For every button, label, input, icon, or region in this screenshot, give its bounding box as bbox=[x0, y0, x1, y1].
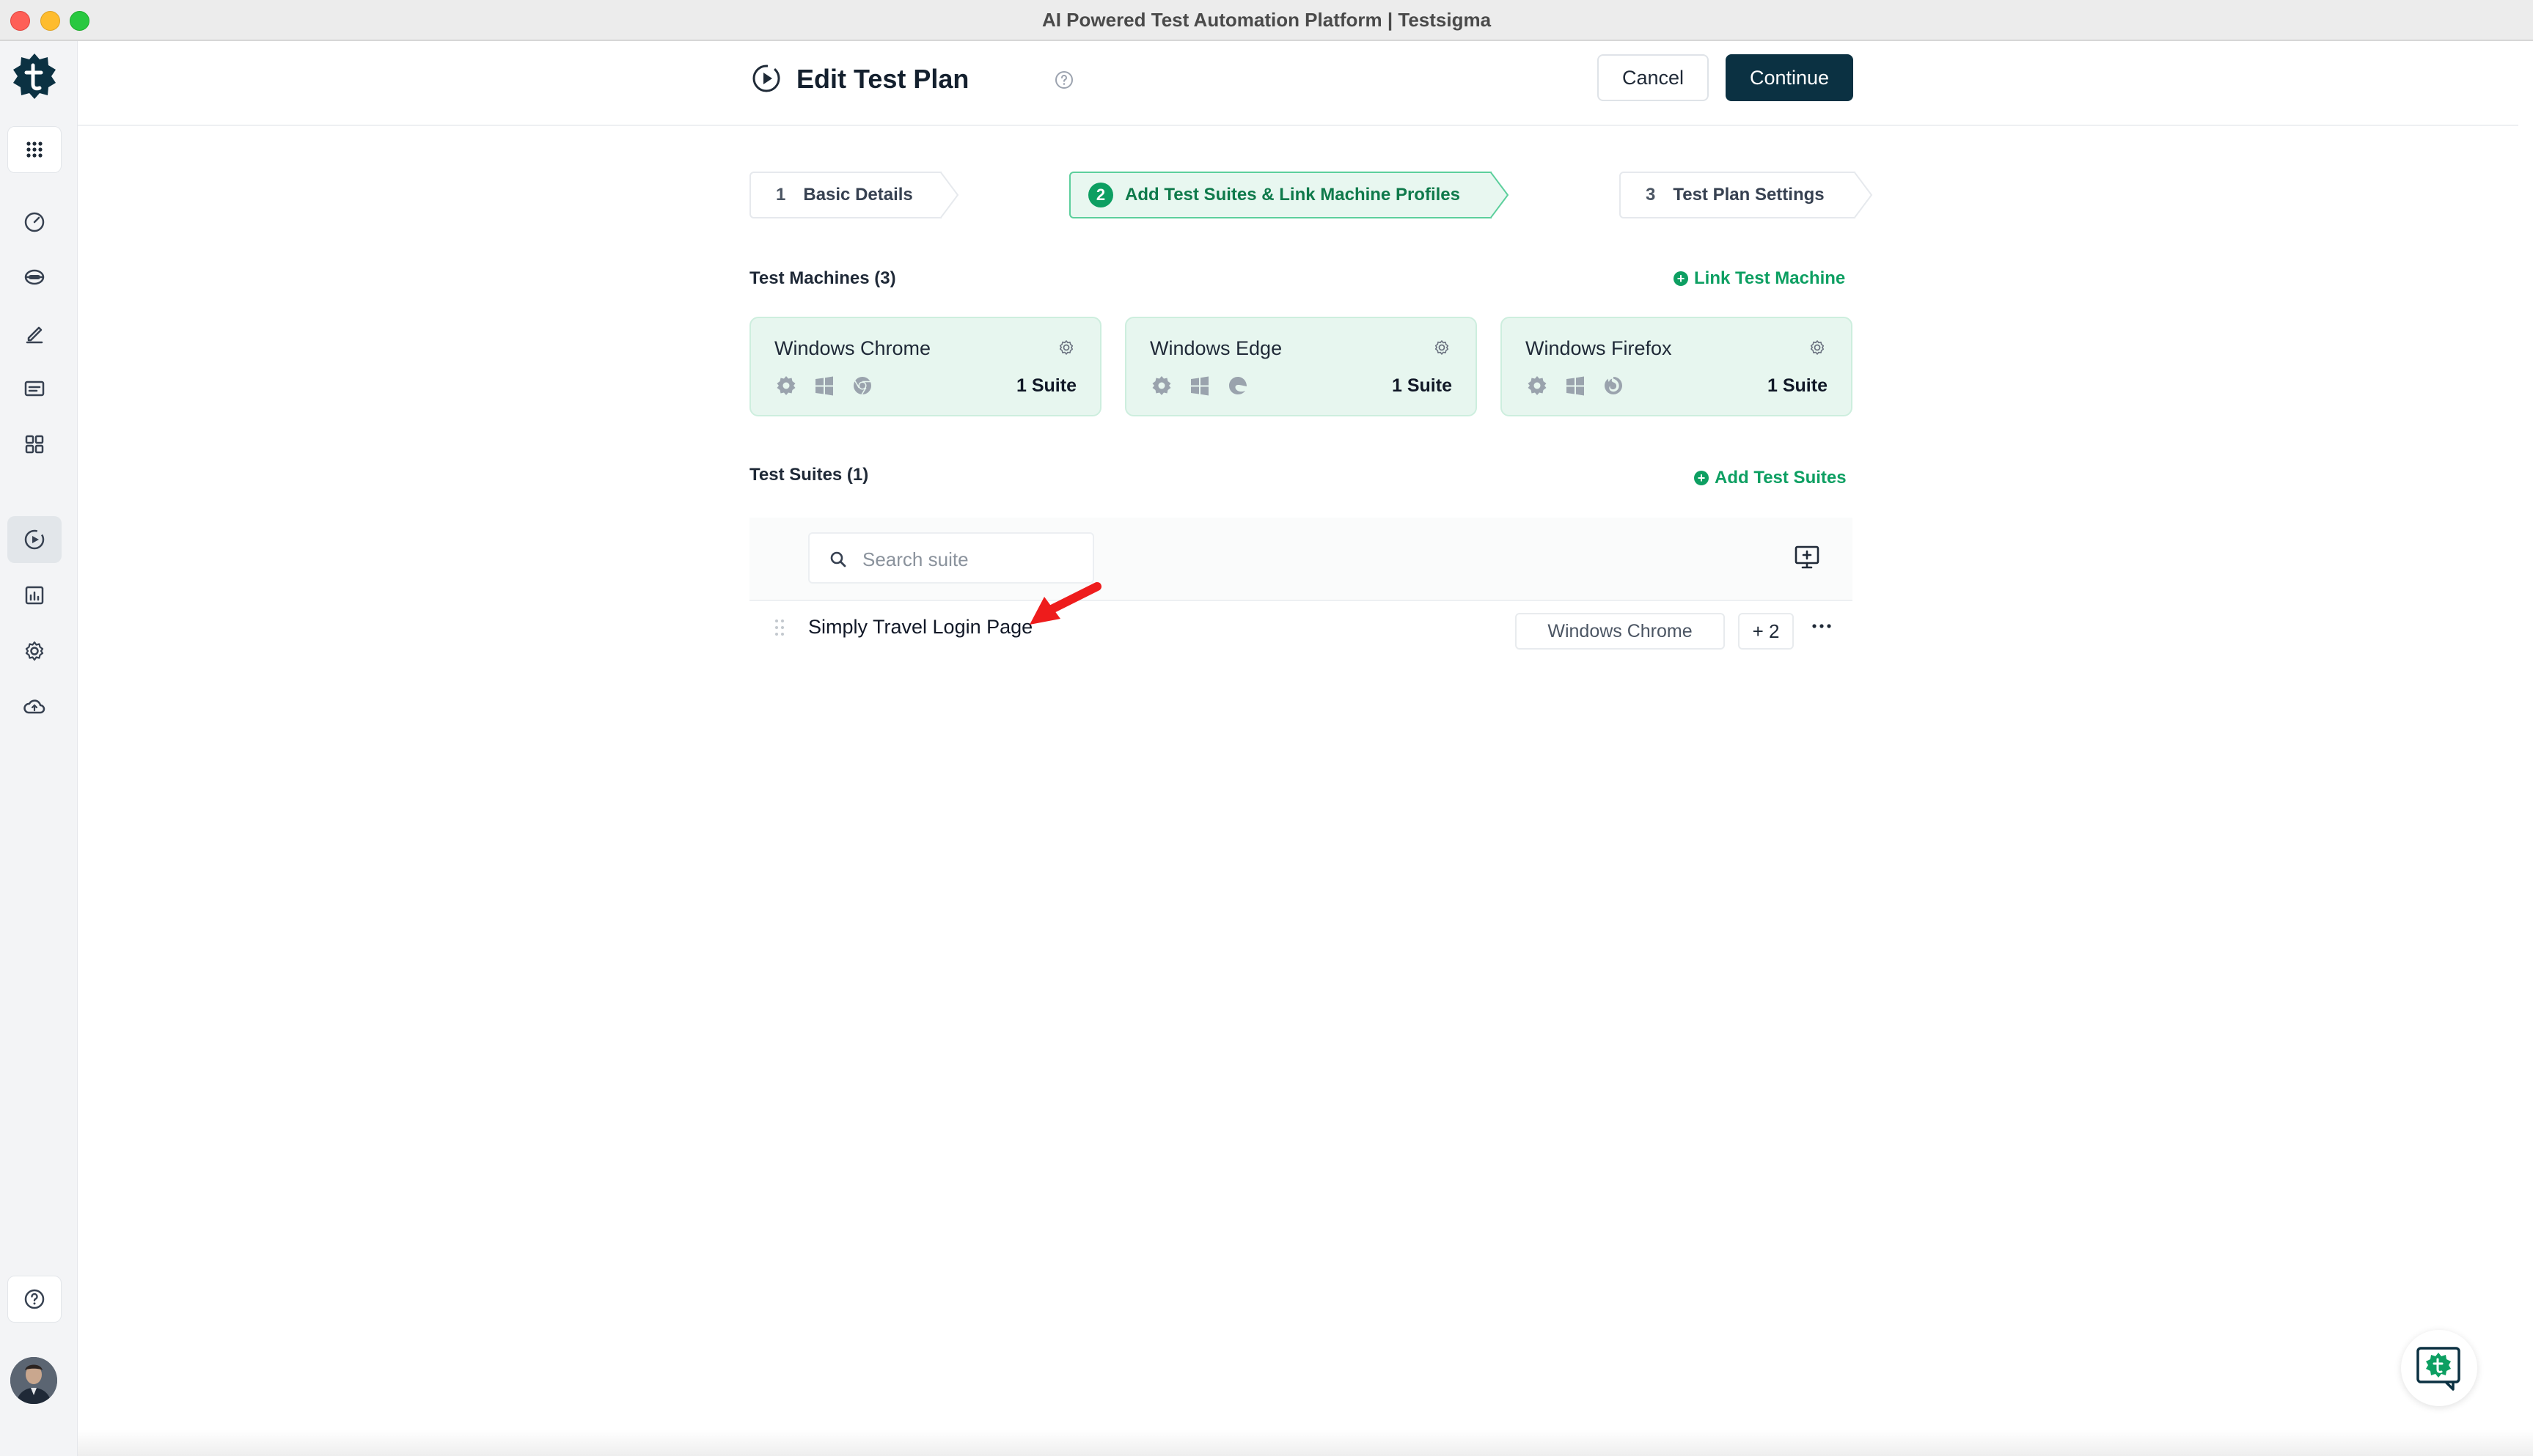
question-icon bbox=[24, 1289, 45, 1309]
add-test-suites-button[interactable]: + Add Test Suites bbox=[1694, 468, 1847, 488]
drag-handle-icon[interactable] bbox=[774, 619, 785, 636]
test-suites-title: Test Suites (1) bbox=[749, 465, 869, 485]
suite-machine-chip[interactable]: Windows Chrome bbox=[1515, 613, 1725, 650]
step-number-badge: 2 bbox=[1088, 183, 1113, 207]
sidebar bbox=[0, 41, 78, 1456]
search-box bbox=[808, 532, 1094, 584]
continue-button[interactable]: Continue bbox=[1726, 54, 1853, 101]
add-test-suites-label: Add Test Suites bbox=[1715, 468, 1847, 488]
windows-icon bbox=[1566, 376, 1584, 396]
gear-icon[interactable] bbox=[1057, 339, 1075, 356]
machine-name: Windows Chrome bbox=[774, 337, 931, 359]
sidebar-item-test-cases[interactable] bbox=[7, 309, 62, 356]
sidebar-item-apps[interactable] bbox=[7, 126, 62, 173]
blocks-icon bbox=[25, 435, 44, 454]
cog-icon bbox=[1528, 376, 1547, 395]
test-machines-title: Test Machines (3) bbox=[749, 268, 896, 288]
sidebar-item-test-plans[interactable] bbox=[7, 516, 62, 563]
cog-icon bbox=[777, 376, 796, 395]
window-titlebar: AI Powered Test Automation Platform | Te… bbox=[0, 0, 2533, 41]
page-title: Edit Test Plan bbox=[796, 64, 969, 94]
step-number: 3 bbox=[1646, 185, 1656, 205]
gear-icon bbox=[25, 641, 44, 661]
bar-chart-icon bbox=[25, 586, 44, 605]
step-test-plan-settings[interactable]: 3 Test Plan Settings bbox=[1619, 172, 1873, 218]
testsigma-logo-icon[interactable] bbox=[10, 52, 59, 100]
speedometer-icon bbox=[24, 212, 45, 232]
machine-suite-count: 1 Suite bbox=[1767, 375, 1828, 396]
user-avatar-icon bbox=[10, 1357, 57, 1404]
suite-name[interactable]: Simply Travel Login Page bbox=[808, 616, 1033, 639]
machine-name: Windows Edge bbox=[1150, 337, 1283, 359]
plus-circle-icon: + bbox=[1694, 471, 1709, 485]
bottom-edge bbox=[78, 1430, 2533, 1456]
machine-suite-count: 1 Suite bbox=[1016, 375, 1077, 396]
gear-icon[interactable] bbox=[1433, 339, 1451, 356]
suite-toolbar bbox=[749, 518, 1852, 601]
page-header: Edit Test Plan Cancel Continue bbox=[78, 41, 2518, 126]
step-label: Test Plan Settings bbox=[1673, 185, 1825, 205]
more-machines-chip[interactable]: + 2 bbox=[1738, 613, 1794, 650]
search-suite-input[interactable] bbox=[861, 544, 1084, 575]
step-add-test-suites[interactable]: 2 Add Test Suites & Link Machine Profile… bbox=[1069, 172, 1509, 218]
avatar[interactable] bbox=[10, 1357, 57, 1404]
machine-card-windows-edge[interactable]: Windows Edge 1 Suite bbox=[1125, 317, 1477, 416]
play-circle-icon bbox=[24, 529, 45, 550]
sidebar-item-test-data[interactable] bbox=[7, 254, 62, 301]
gear-icon[interactable] bbox=[1808, 339, 1826, 356]
chrome-icon bbox=[854, 377, 871, 395]
cog-icon bbox=[1152, 376, 1171, 395]
link-test-machine-button[interactable]: + Link Test Machine bbox=[1674, 268, 1845, 289]
window-title: AI Powered Test Automation Platform | Te… bbox=[1041, 9, 1492, 31]
firefox-icon bbox=[1605, 377, 1622, 394]
windows-icon bbox=[815, 376, 833, 396]
step-label: Add Test Suites & Link Machine Profiles bbox=[1125, 185, 1460, 205]
chat-bot-icon bbox=[2416, 1347, 2460, 1391]
cloud-icon bbox=[23, 699, 45, 714]
windows-icon bbox=[1191, 376, 1209, 396]
sidebar-item-help[interactable] bbox=[7, 1276, 62, 1323]
pen-icon bbox=[26, 326, 43, 344]
sidebar-item-test-suites[interactable] bbox=[7, 365, 62, 412]
sidebar-item-dashboard[interactable] bbox=[7, 198, 62, 245]
search-icon bbox=[830, 551, 846, 567]
annotation-arrow-icon bbox=[1030, 582, 1101, 625]
step-chevron-icon bbox=[940, 172, 959, 218]
cancel-button[interactable]: Cancel bbox=[1597, 54, 1709, 101]
link-test-machine-label: Link Test Machine bbox=[1694, 268, 1846, 288]
grid-icon bbox=[26, 141, 43, 158]
sidebar-item-elements[interactable] bbox=[7, 421, 62, 468]
folder-icon bbox=[24, 380, 45, 397]
step-chevron-icon bbox=[1490, 172, 1509, 218]
sidebar-item-settings[interactable] bbox=[7, 628, 62, 674]
step-chevron-icon bbox=[1854, 172, 1873, 218]
chat-support-button[interactable] bbox=[2401, 1330, 2477, 1406]
sidebar-item-reports[interactable] bbox=[7, 572, 62, 619]
test-plan-icon bbox=[752, 65, 780, 92]
machine-card-windows-chrome[interactable]: Windows Chrome 1 Suite bbox=[749, 317, 1101, 416]
table-row[interactable]: Simply Travel Login Page Windows Chrome … bbox=[749, 600, 1852, 658]
more-options-icon[interactable] bbox=[1808, 619, 1835, 633]
edge-icon bbox=[1229, 377, 1247, 394]
plus-circle-icon: + bbox=[1674, 271, 1688, 286]
sidebar-item-cloud[interactable] bbox=[7, 683, 62, 730]
step-label: Basic Details bbox=[803, 185, 913, 205]
step-basic-details[interactable]: 1 Basic Details bbox=[749, 172, 959, 218]
machine-card-windows-firefox[interactable]: Windows Firefox 1 Suite bbox=[1500, 317, 1852, 416]
machine-suite-count: 1 Suite bbox=[1392, 375, 1452, 396]
add-screen-icon[interactable] bbox=[1794, 544, 1820, 570]
machine-name: Windows Firefox bbox=[1525, 337, 1672, 359]
step-number: 1 bbox=[776, 185, 786, 205]
database-icon bbox=[24, 269, 45, 285]
help-circle-icon[interactable] bbox=[1053, 69, 1075, 91]
